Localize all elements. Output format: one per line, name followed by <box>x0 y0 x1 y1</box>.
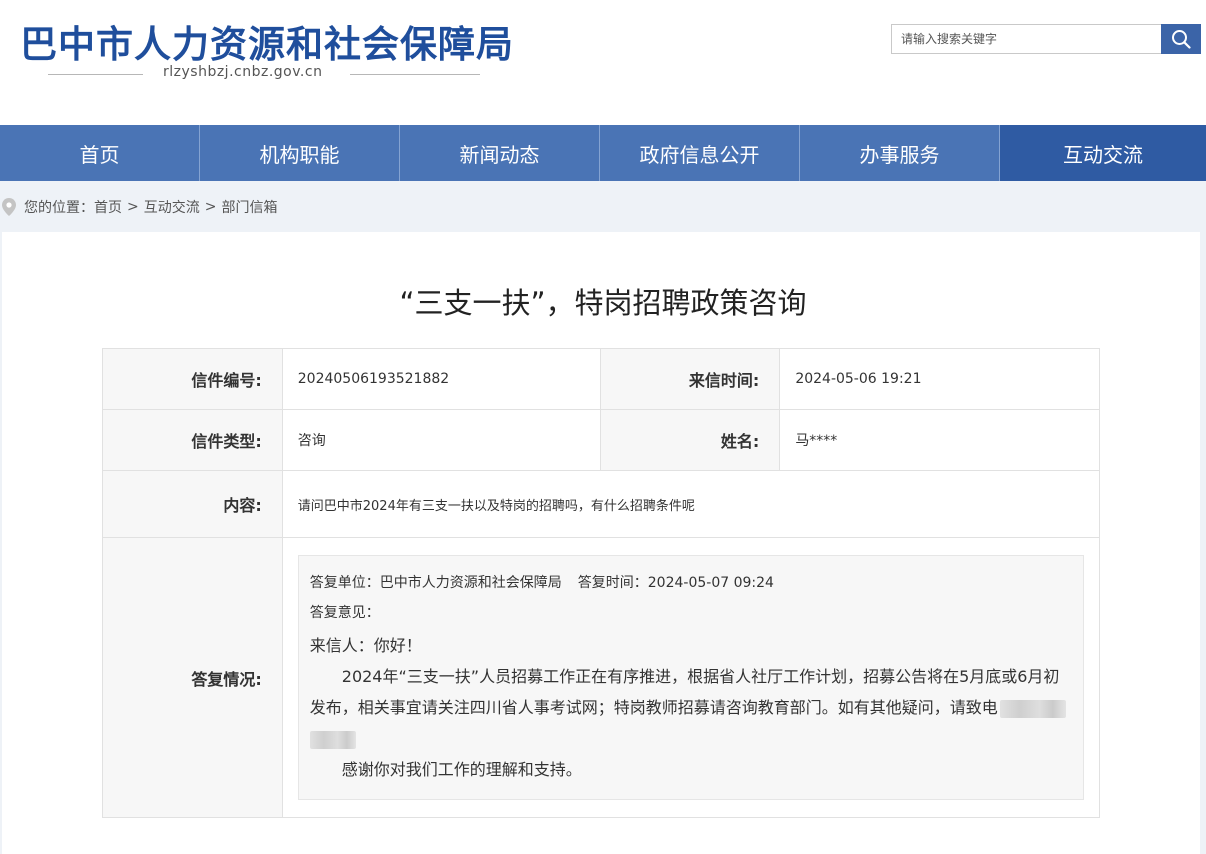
reply-opinion-label: 答复意见： <box>309 605 380 621</box>
breadcrumb-home[interactable]: 首页 <box>94 197 122 217</box>
letter-type-value: 咨询 <box>281 409 602 471</box>
reply-box: 答复单位：巴中市人力资源和社会保障局 答复时间：2024-05-07 09:24 … <box>297 555 1084 800</box>
location-pin-icon <box>2 198 16 216</box>
nav-item-home[interactable]: 首页 <box>0 125 200 181</box>
reply-greeting: 来信人：你好！ <box>309 636 422 655</box>
nav-item-services[interactable]: 办事服务 <box>800 125 1000 181</box>
reply-unit-value: 巴中市人力资源和社会保障局 <box>379 575 562 591</box>
site-domain: rlzyshbzj.cnbz.gov.cn <box>163 64 323 80</box>
table-row: 答复情况: 答复单位：巴中市人力资源和社会保障局 答复时间：2024-05-07 … <box>102 537 1101 818</box>
breadcrumb-dept-mailbox[interactable]: 部门信箱 <box>221 197 277 217</box>
search-button[interactable] <box>1161 24 1201 54</box>
page-title: “三支一扶”，特岗招聘政策咨询 <box>399 286 807 320</box>
content-label: 内容: <box>102 470 283 538</box>
letter-type-label: 信件类型: <box>102 409 283 471</box>
site-title[interactable]: 巴中市人力资源和社会保障局 <box>20 14 514 68</box>
breadcrumb-interaction[interactable]: 互动交流 <box>144 197 200 217</box>
reply-time-label: 答复时间： <box>577 575 648 591</box>
letter-time-label: 来信时间: <box>600 348 781 410</box>
reply-cell: 答复单位：巴中市人力资源和社会保障局 答复时间：2024-05-07 09:24 … <box>281 537 1101 818</box>
breadcrumb-separator: > <box>204 199 217 215</box>
nav-item-interaction[interactable]: 互动交流 <box>1000 125 1206 181</box>
reply-paragraph-2: 感谢你对我们工作的理解和支持。 <box>341 760 582 779</box>
letter-info-table: 信件编号: 20240506193521882 来信时间: 2024-05-06… <box>102 348 1101 818</box>
reply-time-value: 2024-05-07 09:24 <box>647 575 774 591</box>
letter-number-value: 20240506193521882 <box>281 348 602 410</box>
domain-divider-left <box>48 74 143 75</box>
main-nav: 首页 机构职能 新闻动态 政府信息公开 办事服务 互动交流 <box>0 125 1206 181</box>
reply-body: 来信人：你好！ 2024年“三支一扶”人员招募工作正在有序推进，根据省人社厅工作… <box>309 630 1071 785</box>
reply-unit-label: 答复单位： <box>309 575 380 591</box>
sender-name-value: 马**** <box>779 409 1100 471</box>
nav-item-gov-info[interactable]: 政府信息公开 <box>600 125 800 181</box>
letter-time-value: 2024-05-06 19:21 <box>779 348 1100 410</box>
nav-item-news[interactable]: 新闻动态 <box>400 125 600 181</box>
domain-row: rlzyshbzj.cnbz.gov.cn <box>48 64 480 84</box>
letter-number-label: 信件编号: <box>102 348 283 410</box>
reply-meta: 答复单位：巴中市人力资源和社会保障局 答复时间：2024-05-07 09:24 <box>310 568 1071 598</box>
search-input[interactable] <box>891 24 1161 54</box>
sender-name-label: 姓名: <box>600 409 781 471</box>
table-row: 内容: 请问巴中市2024年有三支一扶以及特岗的招聘吗，有什么招聘条件呢 <box>102 470 1101 538</box>
breadcrumb-separator: > <box>127 199 139 215</box>
redacted-phone-blur <box>999 699 1066 718</box>
redacted-phone-blur <box>309 730 356 749</box>
table-row: 信件编号: 20240506193521882 来信时间: 2024-05-06… <box>102 348 1100 410</box>
table-row: 信件类型: 咨询 姓名: 马**** <box>102 409 1100 471</box>
breadcrumb-prefix: 您的位置： <box>24 200 94 216</box>
nav-item-organization[interactable]: 机构职能 <box>200 125 400 181</box>
site-header: 巴中市人力资源和社会保障局 rlzyshbzj.cnbz.gov.cn <box>0 0 1206 125</box>
search-box <box>891 24 1201 54</box>
search-icon <box>1172 30 1191 49</box>
domain-divider-right <box>350 74 480 75</box>
reply-paragraph-1: 2024年“三支一扶”人员招募工作正在有序推进，根据省人社厅工作计划，招募公告将… <box>309 661 1071 754</box>
content-value: 请问巴中市2024年有三支一扶以及特岗的招聘吗，有什么招聘条件呢 <box>281 470 1101 538</box>
reply-label: 答复情况: <box>102 537 283 818</box>
breadcrumb: 您的位置： 首页 > 互动交流 > 部门信箱 <box>0 192 277 222</box>
